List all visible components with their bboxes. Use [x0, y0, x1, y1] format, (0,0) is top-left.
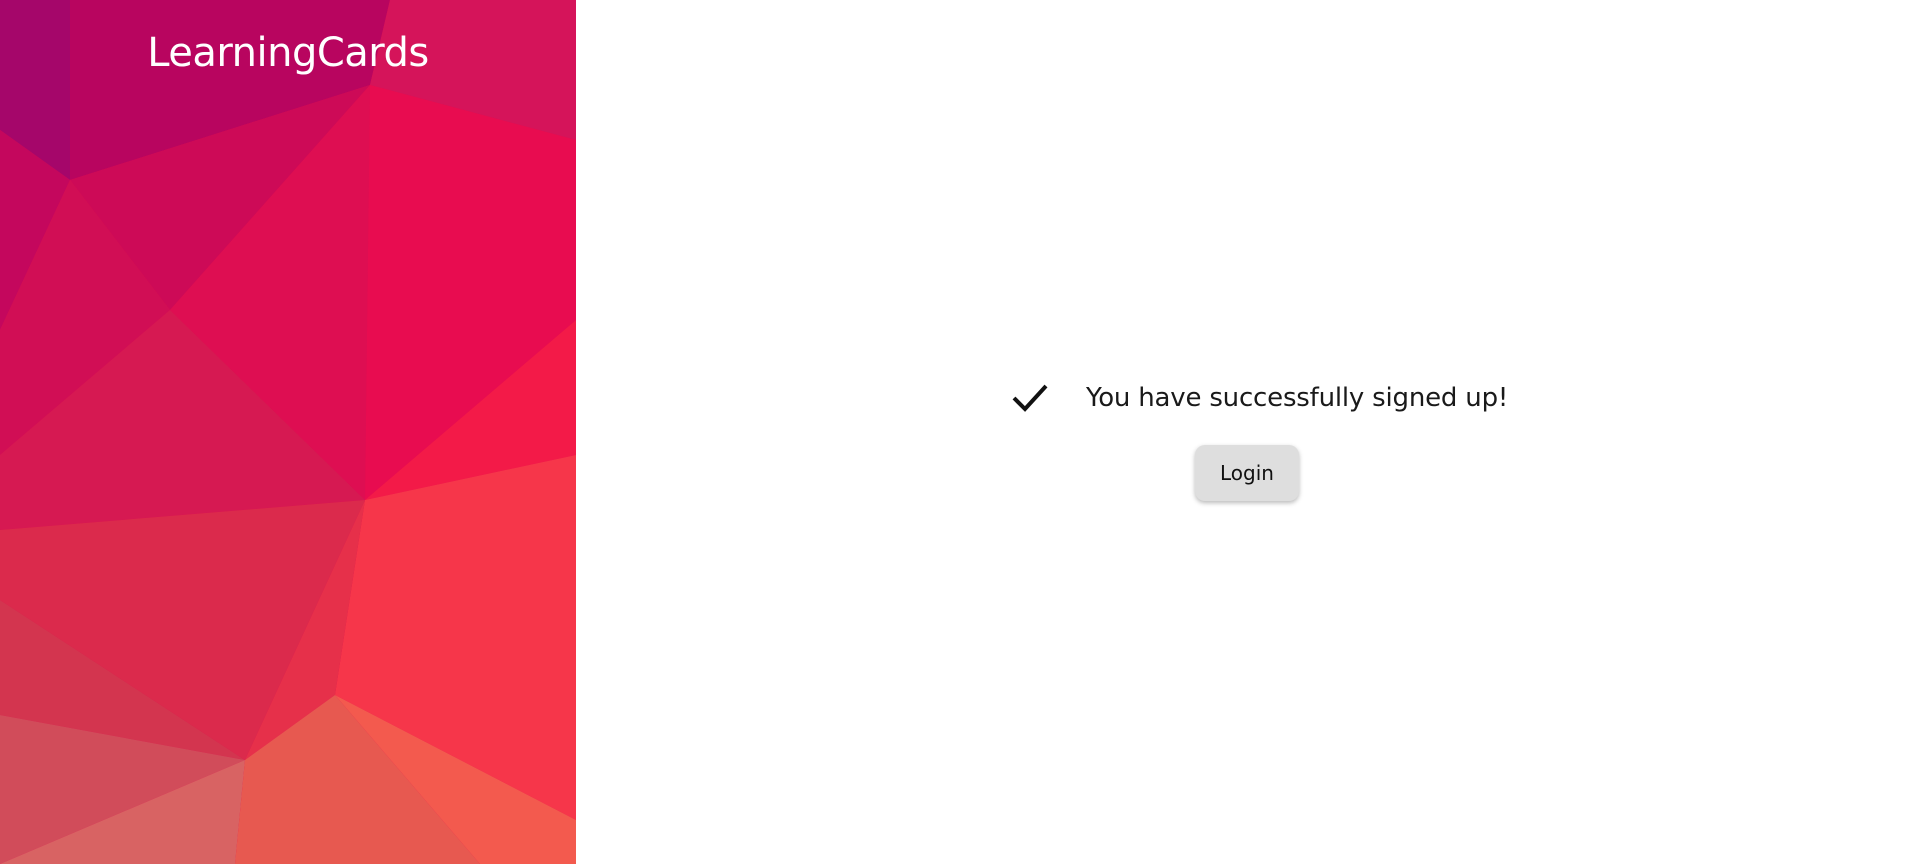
decorative-side-panel: LearningCards [0, 0, 576, 864]
success-message-row: You have successfully signed up! [1010, 378, 1508, 418]
success-message: You have successfully signed up! [1086, 383, 1509, 413]
login-button[interactable]: Login [1195, 445, 1299, 501]
polygon-background [0, 0, 576, 864]
brand-logo-text: LearningCards [147, 30, 429, 76]
main-content: You have successfully signed up! Login [576, 0, 1919, 864]
check-icon [1010, 378, 1050, 418]
app-root: LearningCards You have successfully sign… [0, 0, 1919, 864]
